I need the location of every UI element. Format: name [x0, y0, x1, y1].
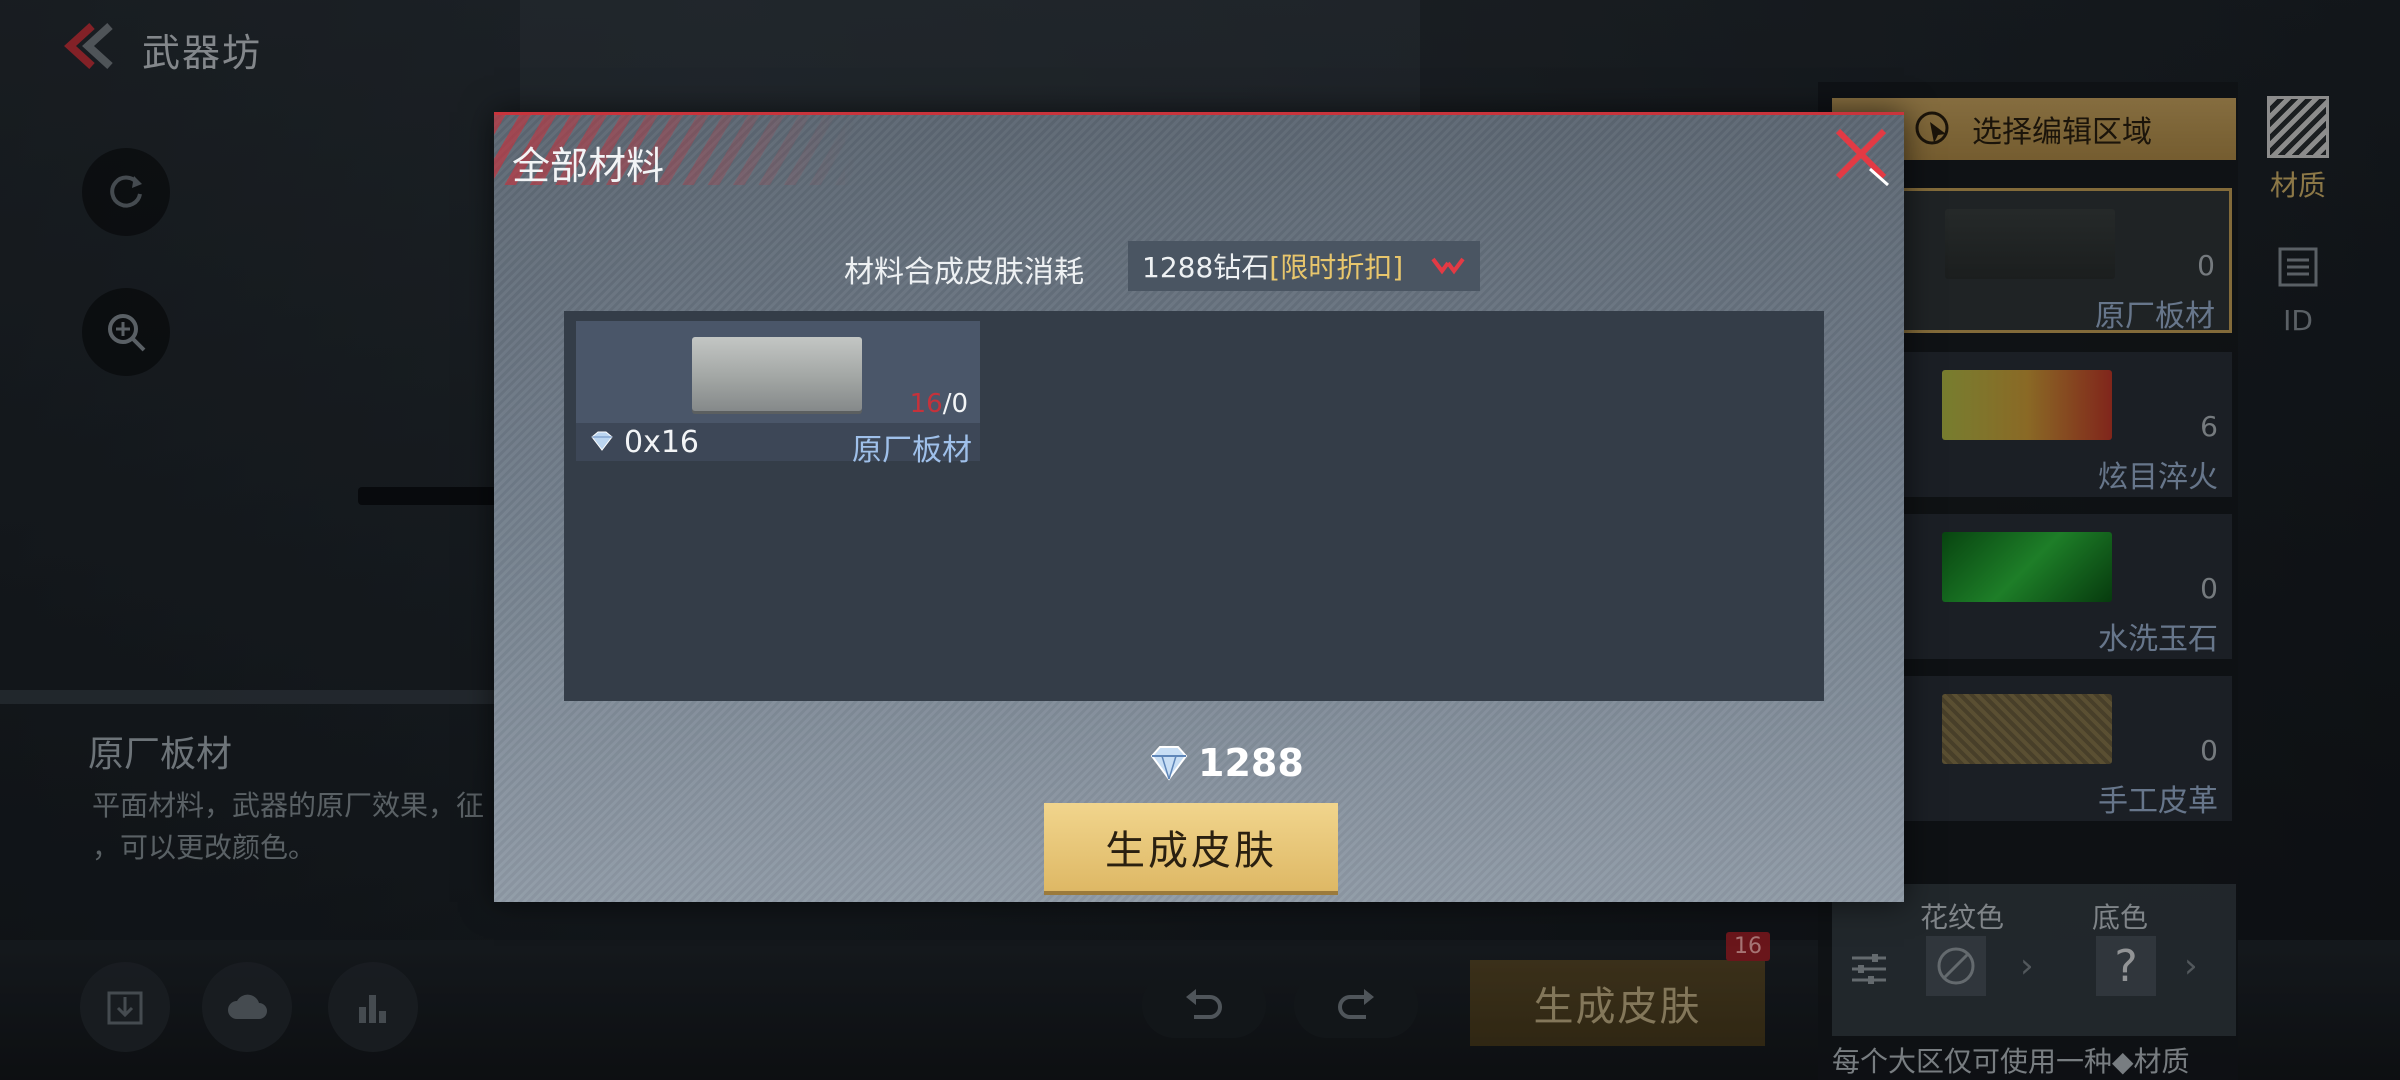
chevron-down-icon	[1431, 257, 1465, 275]
cost-dropdown[interactable]: 1288钻石 [限时折扣]	[1128, 241, 1480, 291]
all-materials-dialog: 全部材料 材料合成皮肤消耗 1288钻石 [限时折扣] 16/0 0x16 原厂…	[494, 112, 1904, 902]
material-item[interactable]: 16/0 0x16 原厂板材	[576, 321, 980, 468]
diamond-icon	[591, 431, 613, 451]
diamond-icon	[1150, 746, 1188, 781]
material-item-name: 原厂板材	[852, 433, 972, 468]
dialog-title: 全部材料	[512, 144, 665, 188]
material-quantity: 16/0	[910, 389, 968, 419]
close-icon	[1835, 128, 1889, 187]
material-cost: 0x16	[624, 425, 700, 460]
generate-skin-button[interactable]: 生成皮肤	[1044, 803, 1338, 891]
total-cost-value: 1288	[1198, 741, 1304, 785]
cost-discount: [限时折扣]	[1269, 251, 1404, 284]
cost-value: 1288钻石	[1142, 251, 1270, 284]
close-button[interactable]	[1830, 123, 1894, 187]
material-list: 16/0 0x16 原厂板材	[564, 311, 1824, 701]
total-cost: 1288	[1146, 741, 1304, 785]
material-need: /0	[942, 389, 968, 419]
material-thumbnail	[692, 337, 862, 411]
cost-label: 材料合成皮肤消耗	[844, 255, 1084, 290]
material-have: 16	[909, 389, 943, 419]
